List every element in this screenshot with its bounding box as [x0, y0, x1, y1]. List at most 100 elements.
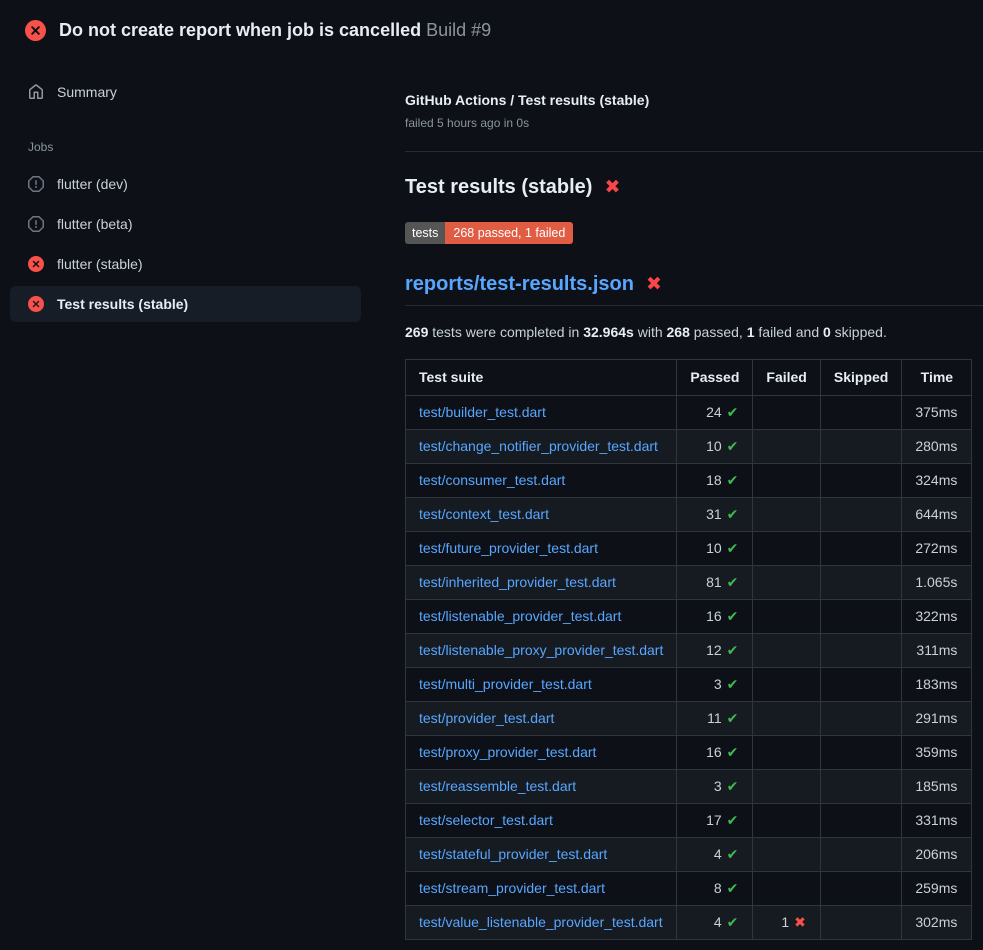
- test-suite-link[interactable]: test/context_test.dart: [419, 506, 549, 522]
- passed-cell: 3✔: [677, 770, 753, 804]
- summary-text: skipped.: [831, 324, 887, 340]
- summary-skipped: 0: [823, 324, 831, 340]
- passed-count: 8: [714, 880, 722, 896]
- failed-cell: [753, 566, 820, 600]
- check-icon: ✔: [727, 574, 739, 590]
- table-row: test/listenable_provider_test.dart 16 ✔ 3…: [406, 600, 972, 634]
- skipped-cell: [820, 838, 901, 872]
- skipped-cell: [820, 872, 901, 906]
- check-icon: ✔: [727, 438, 739, 454]
- time-cell: 302ms: [902, 906, 972, 940]
- column-header-passed: Passed: [677, 360, 753, 396]
- x-icon: ✖: [794, 914, 806, 930]
- skipped-cell: [820, 702, 901, 736]
- test-suite-link[interactable]: test/change_notifier_provider_test.dart: [419, 438, 658, 454]
- column-header-time: Time: [902, 360, 972, 396]
- passed-count: 3: [714, 778, 722, 794]
- skipped-cell: [820, 770, 901, 804]
- passed-cell: 16 ✔: [677, 600, 753, 634]
- time-cell: 259ms: [902, 872, 972, 906]
- home-icon: [28, 84, 44, 100]
- cancelled-icon: [28, 216, 44, 232]
- test-suite-link[interactable]: test/future_provider_test.dart: [419, 540, 598, 556]
- table-row: test/inherited_provider_test.dart 81✔ 1.…: [406, 566, 972, 600]
- test-suite-cell: test/listenable_provider_test.dart: [406, 600, 677, 634]
- passed-cell: 4✔: [677, 906, 753, 940]
- table-row: test/stream_provider_test.dart 8✔ 259ms: [406, 872, 972, 906]
- sidebar: Summary Jobs flutter (dev) flutter (beta…: [0, 56, 373, 322]
- test-suite-link[interactable]: test/proxy_provider_test.dart: [419, 744, 596, 760]
- test-suite-link[interactable]: test/provider_test.dart: [419, 710, 554, 726]
- failed-cell: [753, 872, 820, 906]
- passed-cell: 12✔: [677, 634, 753, 668]
- sidebar-item-label: Summary: [57, 84, 117, 100]
- passed-cell: 8✔: [677, 872, 753, 906]
- passed-count: 4: [714, 846, 722, 862]
- passed-count: 24: [706, 404, 722, 420]
- test-suite-link[interactable]: test/listenable_provider_test.dart: [419, 608, 621, 624]
- time-cell: 375ms: [902, 396, 972, 430]
- failed-cell: [753, 396, 820, 430]
- column-header-skipped: Skipped: [820, 360, 901, 396]
- sidebar-item-flutter-stable[interactable]: flutter (stable): [10, 246, 361, 282]
- check-icon: ✔: [727, 506, 739, 522]
- passed-count: 10: [706, 540, 722, 556]
- time-cell: 311ms: [902, 634, 972, 668]
- report-file-link[interactable]: reports/test-results.json: [405, 272, 634, 296]
- run-header: GitHub Actions / Test results (stable) f…: [405, 92, 983, 152]
- sidebar-item-label: Test results (stable): [57, 296, 188, 312]
- table-header-row: Test suite Passed Failed Skipped Time: [406, 360, 972, 396]
- failed-cell: [753, 804, 820, 838]
- skipped-cell: [820, 566, 901, 600]
- failed-cell: [753, 838, 820, 872]
- passed-cell: 18✔: [677, 464, 753, 498]
- sidebar-item-summary[interactable]: Summary: [10, 74, 361, 110]
- test-suite-cell: test/future_provider_test.dart: [406, 532, 677, 566]
- sidebar-item-label: flutter (dev): [57, 176, 128, 192]
- sidebar-item-flutter-beta[interactable]: flutter (beta): [10, 206, 361, 242]
- summary-failed: 1: [747, 324, 755, 340]
- test-suite-link[interactable]: test/selector_test.dart: [419, 812, 553, 828]
- passed-cell: 10✔: [677, 430, 753, 464]
- skipped-cell: [820, 396, 901, 430]
- test-suite-link[interactable]: test/builder_test.dart: [419, 404, 546, 420]
- time-cell: 183ms: [902, 668, 972, 702]
- test-suite-cell: test/inherited_provider_test.dart: [406, 566, 677, 600]
- time-cell: 272ms: [902, 532, 972, 566]
- passed-count: 12: [706, 642, 722, 658]
- test-suite-link[interactable]: test/multi_provider_test.dart: [419, 676, 592, 692]
- test-suite-link[interactable]: test/listenable_proxy_provider_test.dart: [419, 642, 663, 658]
- page-title: Do not create report when job is cancell…: [59, 18, 491, 42]
- sidebar-item-test-results-stable[interactable]: Test results (stable): [10, 286, 361, 322]
- time-cell: 322ms: [902, 600, 972, 634]
- check-icon: ✔: [727, 880, 739, 896]
- skipped-cell: [820, 498, 901, 532]
- passed-count: 17: [706, 812, 722, 828]
- cancelled-icon: [28, 176, 44, 192]
- run-status-line: failed 5 hours ago in 0s: [405, 116, 983, 130]
- test-suite-link[interactable]: test/value_listenable_provider_test.dart: [419, 914, 663, 930]
- passed-count: 16: [706, 608, 722, 624]
- test-suite-cell: test/proxy_provider_test.dart: [406, 736, 677, 770]
- test-suite-link[interactable]: test/consumer_test.dart: [419, 472, 565, 488]
- passed-count: 18: [706, 472, 722, 488]
- test-suite-link[interactable]: test/inherited_provider_test.dart: [419, 574, 616, 590]
- sidebar-item-flutter-dev[interactable]: flutter (dev): [10, 166, 361, 202]
- check-icon: ✔: [727, 676, 739, 692]
- table-row: test/value_listenable_provider_test.dart…: [406, 906, 972, 940]
- check-icon: ✔: [727, 914, 739, 930]
- passed-cell: 3✔: [677, 668, 753, 702]
- check-icon: ✔: [727, 608, 739, 624]
- skipped-cell: [820, 430, 901, 464]
- test-suite-cell: test/stream_provider_test.dart: [406, 872, 677, 906]
- skipped-cell: [820, 736, 901, 770]
- skipped-cell: [820, 804, 901, 838]
- test-suite-cell: test/reassemble_test.dart: [406, 770, 677, 804]
- skipped-cell: [820, 464, 901, 498]
- test-suite-link[interactable]: test/stream_provider_test.dart: [419, 880, 605, 896]
- summary-text: with: [634, 324, 667, 340]
- passed-cell: 16✔: [677, 736, 753, 770]
- failure-icon: [25, 20, 46, 41]
- test-suite-link[interactable]: test/reassemble_test.dart: [419, 778, 576, 794]
- test-suite-link[interactable]: test/stateful_provider_test.dart: [419, 846, 607, 862]
